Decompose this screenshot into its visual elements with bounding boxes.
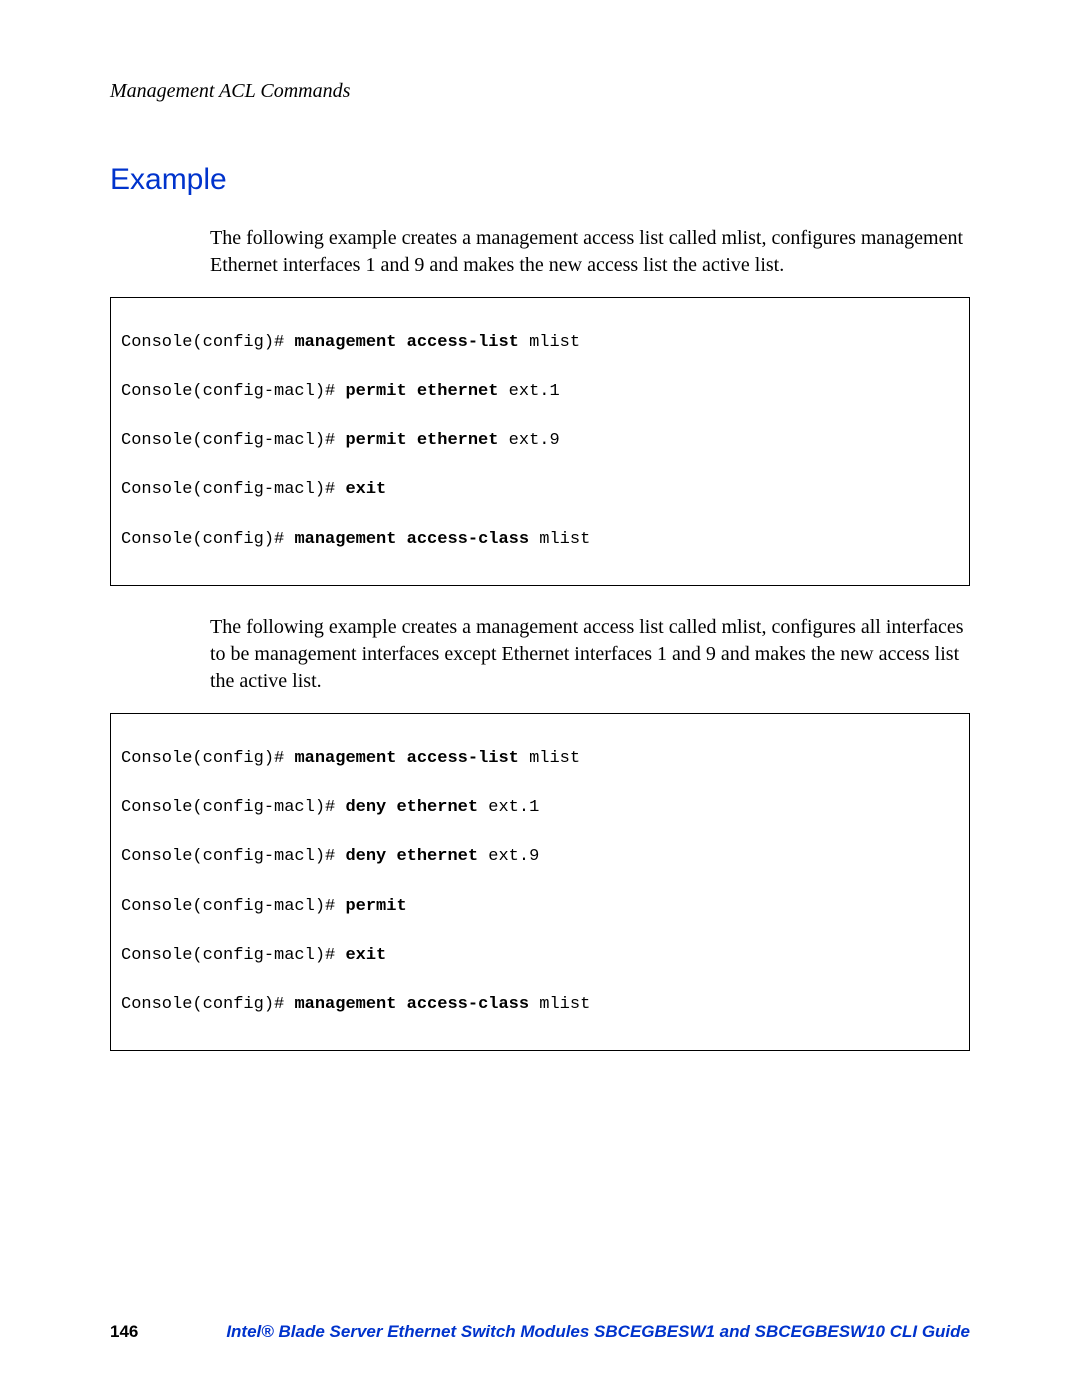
code-command: management access-class [294, 995, 529, 1014]
code-line: Console(config)# management access-list … [121, 331, 959, 356]
code-prompt: Console(config-macl)# [121, 480, 345, 499]
code-prompt: Console(config)# [121, 995, 294, 1014]
code-arg: mlist [529, 995, 590, 1014]
code-prompt: Console(config-macl)# [121, 798, 345, 817]
code-prompt: Console(config-macl)# [121, 946, 345, 965]
code-command: management access-class [294, 530, 529, 549]
code-command: deny ethernet [345, 847, 478, 866]
code-command: permit [345, 897, 406, 916]
code-line: Console(config-macl)# permit ethernet ex… [121, 429, 959, 454]
page-header: Management ACL Commands [110, 80, 970, 103]
paragraph-2: The following example creates a manageme… [210, 614, 970, 695]
code-prompt: Console(config)# [121, 530, 294, 549]
code-line: Console(config-macl)# permit [121, 895, 959, 920]
code-arg: ext.9 [498, 431, 559, 450]
code-arg: ext.1 [498, 382, 559, 401]
code-command: management access-list [294, 749, 518, 768]
page-footer: 146 Intel® Blade Server Ethernet Switch … [110, 1322, 970, 1342]
code-line: Console(config-macl)# deny ethernet ext.… [121, 845, 959, 870]
code-prompt: Console(config-macl)# [121, 897, 345, 916]
code-arg: mlist [519, 333, 580, 352]
code-arg: mlist [529, 530, 590, 549]
paragraph-1: The following example creates a manageme… [210, 225, 970, 279]
code-line: Console(config-macl)# exit [121, 944, 959, 969]
code-arg: mlist [519, 749, 580, 768]
code-line: Console(config)# management access-list … [121, 747, 959, 772]
code-line: Console(config-macl)# deny ethernet ext.… [121, 796, 959, 821]
code-command: exit [345, 946, 386, 965]
code-block-2: Console(config)# management access-list … [110, 713, 970, 1051]
page-number: 146 [110, 1322, 210, 1342]
code-block-1: Console(config)# management access-list … [110, 297, 970, 586]
code-command: exit [345, 480, 386, 499]
code-prompt: Console(config-macl)# [121, 847, 345, 866]
code-line: Console(config)# management access-class… [121, 993, 959, 1018]
code-line: Console(config)# management access-class… [121, 528, 959, 553]
code-prompt: Console(config)# [121, 749, 294, 768]
code-command: permit ethernet [345, 382, 498, 401]
code-command: deny ethernet [345, 798, 478, 817]
code-prompt: Console(config-macl)# [121, 431, 345, 450]
footer-title: Intel® Blade Server Ethernet Switch Modu… [210, 1322, 970, 1342]
code-command: management access-list [294, 333, 518, 352]
code-line: Console(config-macl)# exit [121, 478, 959, 503]
code-command: permit ethernet [345, 431, 498, 450]
code-prompt: Console(config-macl)# [121, 382, 345, 401]
section-heading-example: Example [110, 163, 970, 197]
code-arg: ext.9 [478, 847, 539, 866]
code-prompt: Console(config)# [121, 333, 294, 352]
code-arg: ext.1 [478, 798, 539, 817]
code-line: Console(config-macl)# permit ethernet ex… [121, 380, 959, 405]
